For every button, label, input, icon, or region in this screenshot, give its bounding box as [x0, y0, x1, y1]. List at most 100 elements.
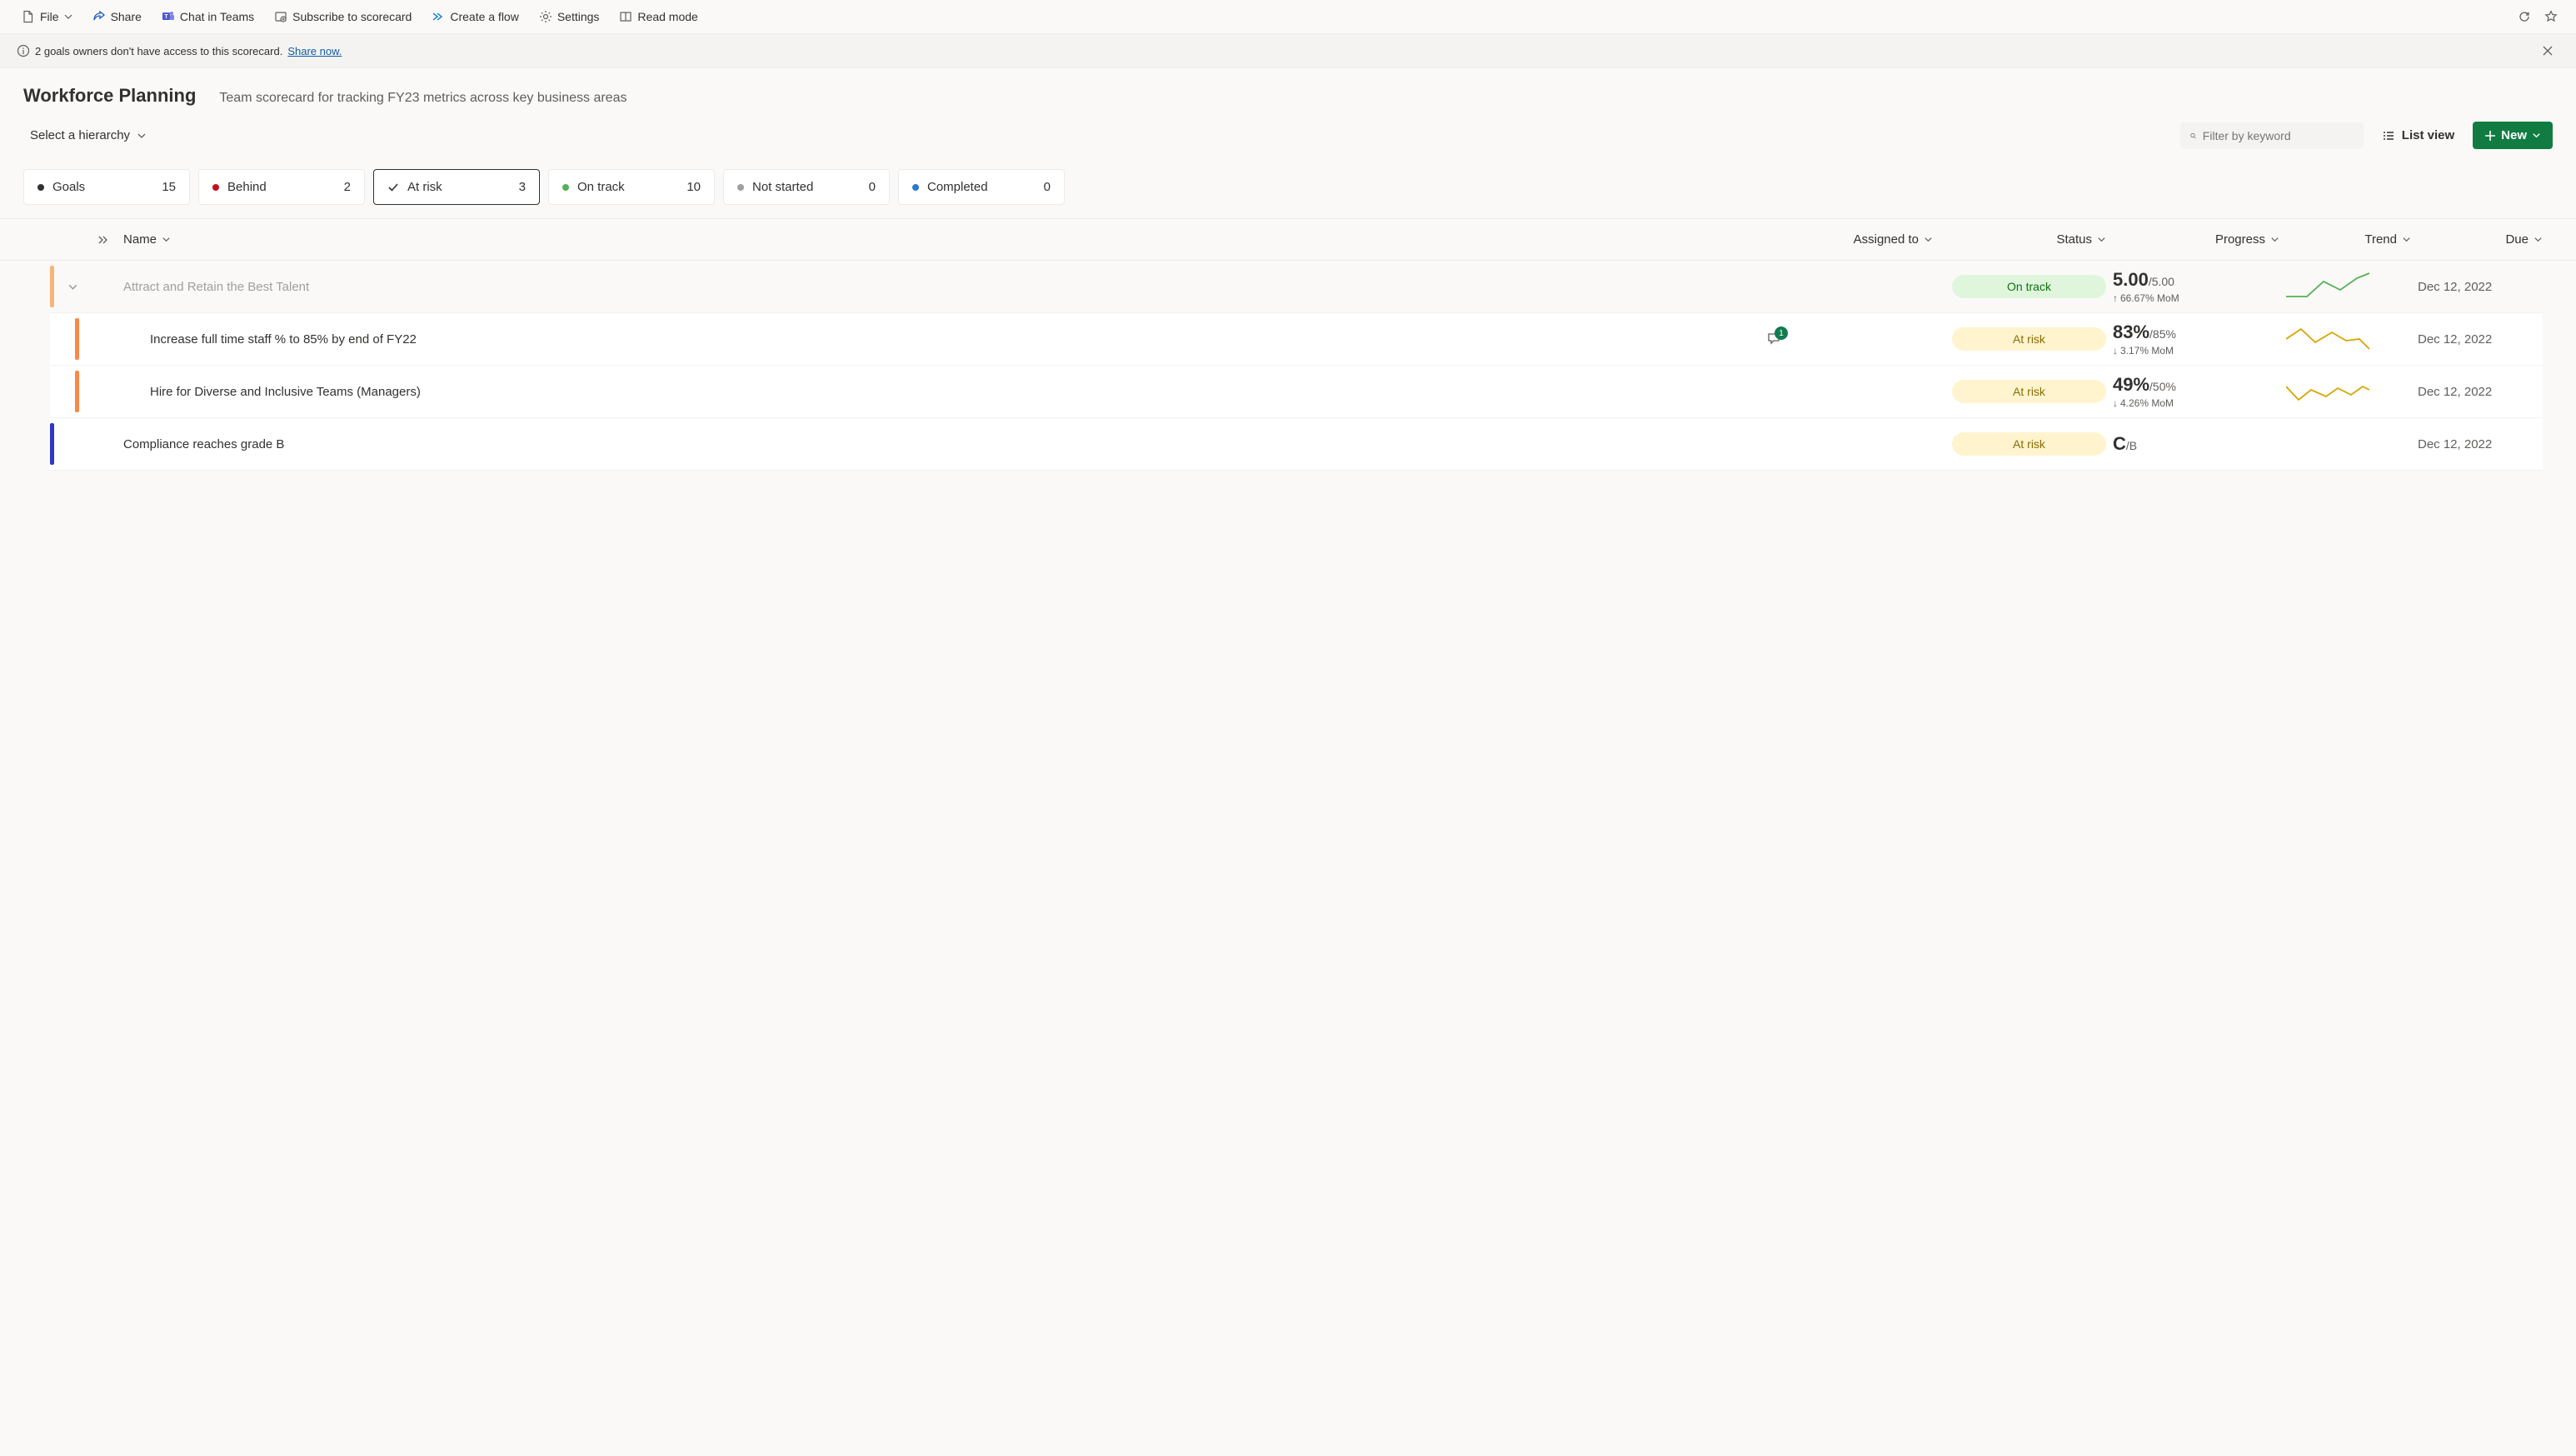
- refresh-button[interactable]: [2513, 5, 2536, 28]
- status-card-count: 15: [162, 180, 176, 194]
- status-dot: [37, 184, 44, 191]
- goal-row[interactable]: Attract and Retain the Best TalentOn tra…: [50, 261, 2543, 313]
- trend-cell: [2286, 324, 2411, 354]
- chevron-down-icon: [137, 131, 147, 141]
- grid-header: Name Assigned to Status Progress Trend D…: [0, 219, 2576, 261]
- settings-label: Settings: [557, 10, 600, 23]
- refresh-icon: [2518, 10, 2531, 23]
- favorite-button[interactable]: [2539, 5, 2563, 28]
- progress-cell: 49%/50%↓4.26% MoM: [2113, 374, 2279, 409]
- status-dot: [212, 184, 219, 191]
- column-due[interactable]: Due: [2418, 232, 2543, 247]
- due-date: Dec 12, 2022: [2418, 437, 2543, 451]
- status-card-goals[interactable]: Goals 15: [23, 169, 190, 205]
- status-pill: At risk: [1952, 432, 2106, 456]
- readmode-icon: [619, 10, 632, 23]
- goal-name: Increase full time staff % to 85% by end…: [123, 332, 1760, 347]
- progress-value: 49%: [2113, 374, 2149, 395]
- progress-cell: 5.00/5.00 ↑66.67% MoM: [2113, 269, 2279, 304]
- progress-target: /5.00: [2149, 275, 2174, 288]
- status-card-behind[interactable]: Behind2: [198, 169, 365, 205]
- subscribe-icon: [274, 10, 287, 23]
- search-input[interactable]: [2203, 129, 2354, 142]
- status-card-completed[interactable]: Completed0: [898, 169, 1065, 205]
- page-header: Workforce Planning Team scorecard for tr…: [0, 68, 2576, 159]
- share-now-link[interactable]: Share now.: [287, 45, 342, 57]
- status-card-on-track[interactable]: On track 10: [548, 169, 715, 205]
- search-icon: [2190, 130, 2196, 142]
- comment-badge[interactable]: 1: [1766, 332, 1781, 347]
- progress-change: ↑66.67% MoM: [2113, 292, 2279, 304]
- status-pill: At risk: [1952, 380, 2106, 403]
- expand-all-button[interactable]: [50, 234, 117, 246]
- status-card-at-risk[interactable]: At risk3: [373, 169, 540, 205]
- status-card-not-started[interactable]: Not started 0: [723, 169, 890, 205]
- chat-label: Chat in Teams: [180, 10, 254, 23]
- status-card-count: 0: [869, 180, 876, 194]
- due-date: Dec 12, 2022: [2418, 385, 2543, 399]
- progress-cell: 83%/85%↓3.17% MoM: [2113, 322, 2279, 357]
- file-label: File: [40, 10, 59, 23]
- readmode-label: Read mode: [637, 10, 697, 23]
- chevron-down-icon: [2534, 235, 2543, 244]
- column-trend[interactable]: Trend: [2286, 232, 2411, 247]
- goal-row[interactable]: Increase full time staff % to 85% by end…: [50, 313, 2543, 366]
- chevron-down-icon[interactable]: [67, 282, 78, 292]
- create-flow-button[interactable]: Create a flow: [423, 5, 527, 28]
- share-button[interactable]: Share: [84, 5, 150, 28]
- plus-icon: [2484, 130, 2496, 142]
- status-card-count: 10: [686, 180, 701, 194]
- search-box[interactable]: [2180, 122, 2364, 149]
- share-label: Share: [111, 10, 142, 23]
- progress-change: ↓3.17% MoM: [2113, 345, 2279, 357]
- goal-indicator: [50, 371, 117, 412]
- column-name[interactable]: Name: [123, 232, 1760, 247]
- close-notification-button[interactable]: [2536, 42, 2559, 59]
- assigned-cell: 1: [1766, 332, 1933, 347]
- notification-text: 2 goals owners don't have access to this…: [35, 45, 282, 57]
- status-card-count: 3: [519, 180, 526, 194]
- new-label: New: [2501, 128, 2527, 142]
- flow-icon: [432, 10, 445, 23]
- chevron-down-icon: [1924, 235, 1933, 244]
- progress-target: /50%: [2149, 380, 2176, 393]
- list-icon: [2382, 129, 2395, 142]
- progress-cell: C/B: [2113, 433, 2279, 455]
- status-card-label: On track: [577, 180, 625, 194]
- column-assigned[interactable]: Assigned to: [1766, 232, 1933, 247]
- chevron-down-icon: [64, 12, 72, 21]
- subscribe-button[interactable]: Subscribe to scorecard: [266, 5, 420, 28]
- column-status[interactable]: Status: [1939, 232, 2106, 247]
- file-icon: [22, 10, 35, 23]
- goal-row[interactable]: Hire for Diverse and Inclusive Teams (Ma…: [50, 366, 2543, 418]
- goal-indicator: [50, 318, 117, 360]
- read-mode-button[interactable]: Read mode: [611, 5, 706, 28]
- new-button[interactable]: New: [2473, 122, 2553, 149]
- goal-indicator: [50, 423, 117, 465]
- column-progress[interactable]: Progress: [2113, 232, 2279, 247]
- status-card-count: 2: [344, 180, 351, 194]
- list-view-button[interactable]: List view: [2374, 122, 2463, 149]
- file-menu[interactable]: File: [13, 5, 81, 28]
- progress-value: 83%: [2113, 322, 2149, 342]
- due-date: Dec 12, 2022: [2418, 332, 2543, 347]
- chevron-down-icon: [2270, 235, 2279, 244]
- status-cell: At risk: [1939, 432, 2106, 456]
- status-card-label: Goals: [52, 180, 85, 194]
- goal-indicator: [50, 266, 117, 307]
- settings-button[interactable]: Settings: [531, 5, 608, 28]
- goals-list: Attract and Retain the Best TalentOn tra…: [0, 261, 2576, 471]
- page-subtitle: Team scorecard for tracking FY23 metrics…: [219, 91, 627, 106]
- chat-teams-button[interactable]: T Chat in Teams: [153, 5, 262, 28]
- goal-row[interactable]: Compliance reaches grade BAt riskC/BDec …: [50, 418, 2543, 471]
- status-dot: [562, 184, 569, 191]
- flow-label: Create a flow: [450, 10, 518, 23]
- status-card-count: 0: [1044, 180, 1051, 194]
- hierarchy-selector[interactable]: Select a hierarchy: [23, 122, 153, 149]
- progress-value: C: [2113, 433, 2126, 454]
- gear-icon: [539, 10, 552, 23]
- list-view-label: List view: [2402, 128, 2454, 142]
- status-card-label: Not started: [752, 180, 813, 194]
- progress-target: /B: [2126, 439, 2137, 452]
- progress-value: 5.00: [2113, 269, 2149, 290]
